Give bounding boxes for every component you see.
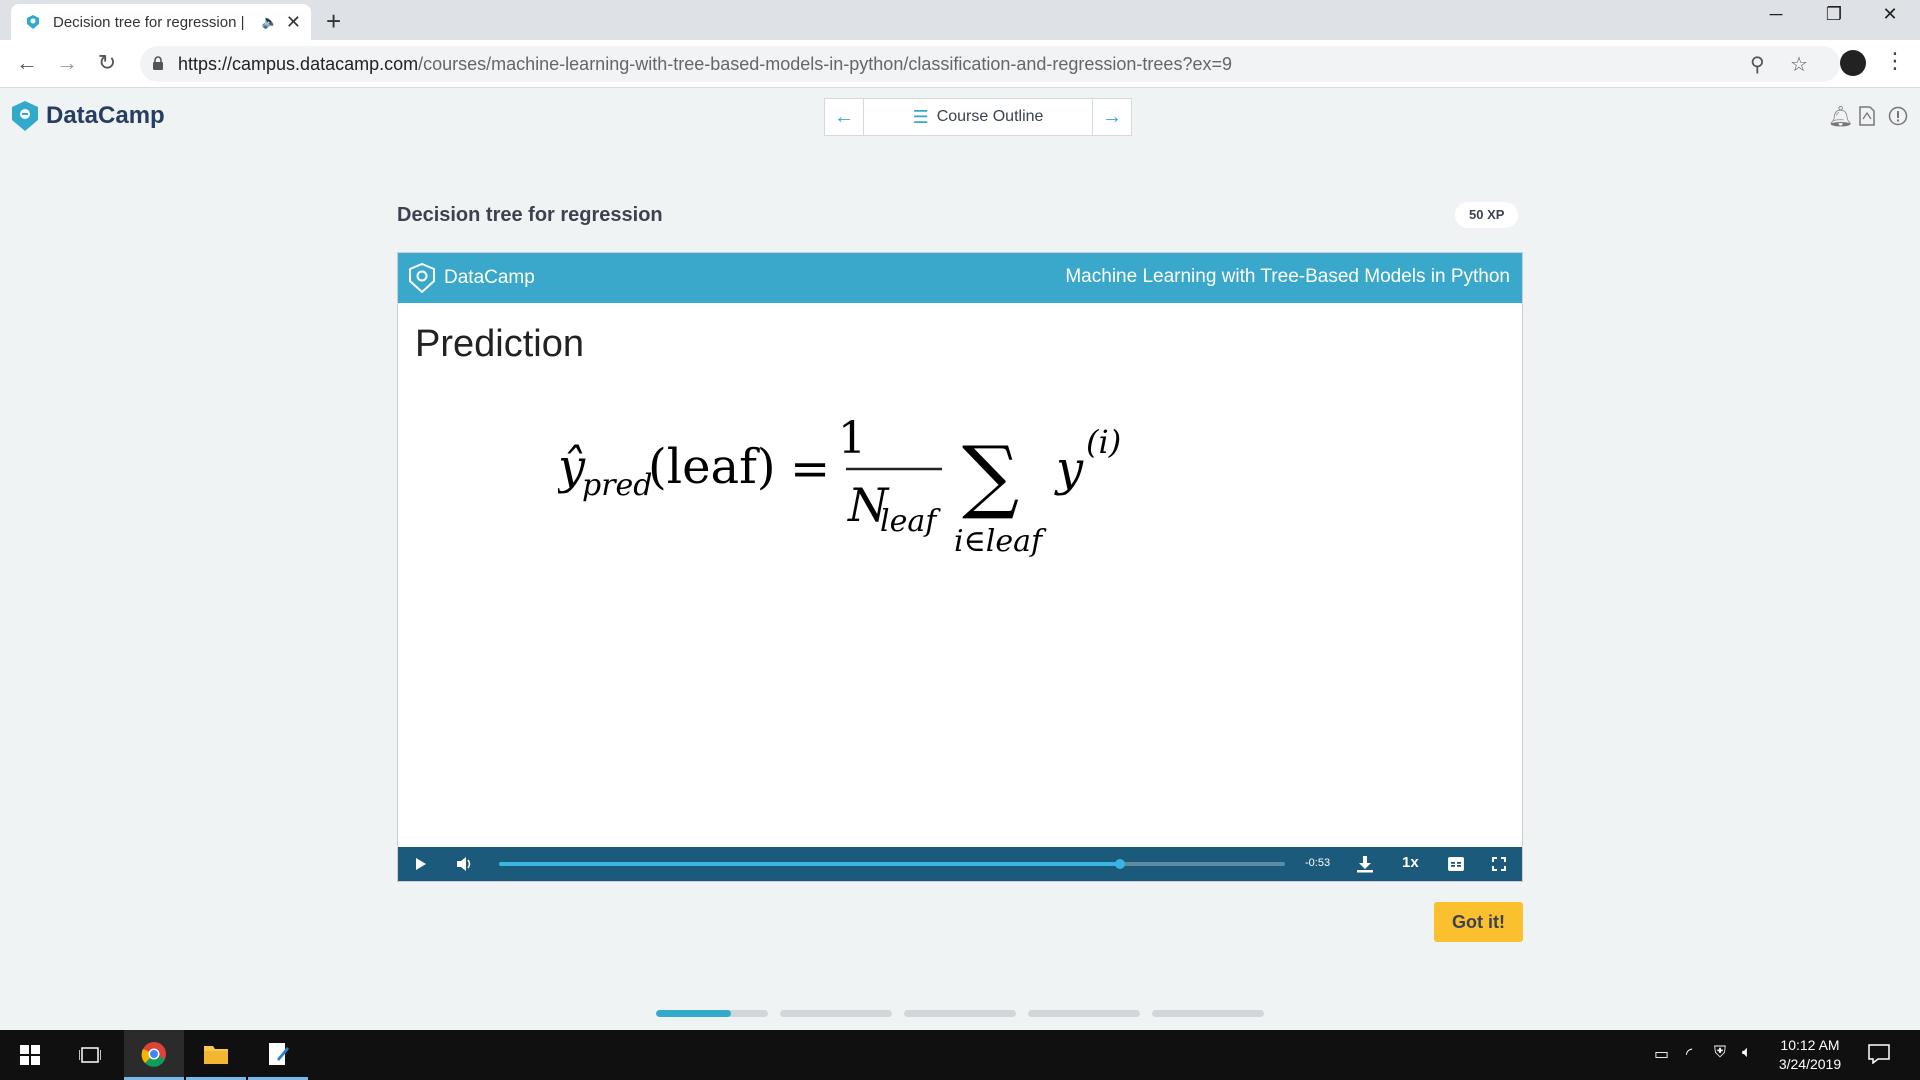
clock-time: 10:12 AM (1780, 1037, 1840, 1053)
report-issue-icon[interactable] (1888, 106, 1908, 126)
course-outline-nav: ← ☰ Course Outline → (824, 98, 1132, 136)
clock-date: 3/24/2019 (1778, 1056, 1842, 1072)
slide-logo-text: DataCamp (444, 267, 535, 288)
taskbar-clock[interactable]: 10:12 AM 3/24/2019 (1760, 1036, 1860, 1074)
exercise-title: Decision tree for regression (397, 204, 663, 226)
battery-icon[interactable]: ▭ (1654, 1044, 1669, 1064)
pdf-slides-icon[interactable] (1858, 106, 1876, 126)
play-icon[interactable] (414, 857, 428, 871)
slide-course-title: Machine Learning with Tree-Based Models … (1065, 266, 1510, 287)
progress-dot[interactable] (904, 1010, 1016, 1017)
formula-equals: = (790, 441, 830, 497)
slide-banner: DataCamp Machine Learning with Tree-Base… (398, 253, 1522, 303)
formula-lhs-arg: (leaf) (648, 439, 776, 495)
xp-badge: 50 XP (1455, 202, 1519, 228)
progress-dot[interactable] (780, 1010, 892, 1017)
browser-tab[interactable]: Decision tree for regression | 🔈 ✕ (11, 4, 311, 40)
browser-toolbar: ← → ↻ https://campus.datacamp.com/course… (0, 40, 1920, 88)
exercise-progress-dots (656, 1010, 1264, 1017)
minimize-icon[interactable]: ─ (1748, 4, 1804, 25)
datacamp-logo[interactable]: DataCamp (10, 100, 165, 132)
app-header: DataCamp ← ☰ Course Outline → 🔔︎ (0, 88, 1920, 146)
player-controls: -0:53 1x (398, 847, 1522, 881)
speaker-muted-icon[interactable]: 🔈 (262, 14, 278, 30)
progress-dot-fill (656, 1010, 732, 1017)
restore-icon[interactable]: ❐ (1806, 4, 1862, 25)
next-exercise-button[interactable]: → (1093, 99, 1131, 135)
slide-logo: DataCamp (408, 263, 535, 293)
action-center-icon[interactable] (1868, 1044, 1890, 1064)
video-progress-fill (499, 862, 1120, 866)
url-host: https://campus.datacamp.com (178, 54, 419, 74)
formula-term: y (1054, 441, 1084, 497)
download-icon[interactable] (1356, 855, 1374, 873)
tab-title: Decision tree for regression | (53, 13, 245, 31)
forward-arrow-icon[interactable]: → (52, 50, 82, 76)
formula-term-sup: (i) (1086, 423, 1121, 461)
file-explorer-icon[interactable] (186, 1030, 246, 1080)
url-text: https://campus.datacamp.com/courses/mach… (178, 54, 1232, 75)
windows-start-icon[interactable] (0, 1030, 60, 1080)
notepad-app-icon[interactable] (248, 1030, 308, 1080)
profile-avatar[interactable] (1840, 50, 1866, 76)
browser-menu-icon[interactable]: ⋮ (1884, 48, 1906, 74)
formula-numerator: 1 (838, 413, 866, 464)
formula-denominator-sub: leaf (880, 504, 941, 539)
formula-lhs-sub: pred (582, 468, 653, 503)
security-shield-icon[interactable]: ⛨ (1714, 1044, 1726, 1062)
playback-speed[interactable]: 1x (1402, 854, 1419, 871)
arrow-right-icon: → (1102, 105, 1122, 128)
volume-icon[interactable] (456, 856, 474, 872)
new-tab-button[interactable]: + (326, 6, 341, 37)
video-progress-bar[interactable] (499, 859, 1285, 869)
video-player[interactable]: DataCamp Machine Learning with Tree-Base… (397, 252, 1523, 882)
wifi-icon[interactable]: ◜ (1686, 1044, 1692, 1064)
formula-sum-sub: i∈leaf (954, 524, 1047, 559)
progress-dot[interactable] (1152, 1010, 1264, 1017)
progress-dot[interactable] (656, 1010, 768, 1017)
slide-heading: Prediction (415, 323, 584, 365)
volume-tray-icon[interactable]: 🔈︎ (1742, 1044, 1752, 1062)
zoom-icon[interactable]: ⚲ (1750, 52, 1765, 77)
fullscreen-icon[interactable] (1492, 857, 1506, 871)
bookmark-star-icon[interactable]: ☆ (1790, 52, 1808, 77)
got-it-button[interactable]: Got it! (1434, 902, 1523, 942)
back-arrow-icon[interactable]: ← (12, 50, 42, 76)
windows-taskbar: ▭ ◜ ⛨ 🔈︎ 10:12 AM 3/24/2019 (0, 1030, 1920, 1080)
task-view-icon[interactable] (60, 1030, 120, 1080)
course-outline-button[interactable]: ☰ Course Outline (863, 99, 1093, 135)
captions-icon[interactable] (1448, 857, 1464, 871)
datacamp-shield-icon (409, 263, 435, 293)
bell-icon[interactable]: 🔔︎ (1828, 104, 1853, 129)
time-remaining: -0:53 (1305, 857, 1331, 869)
previous-exercise-button[interactable]: ← (825, 99, 863, 135)
datacamp-favicon-icon (27, 15, 39, 29)
address-bar[interactable]: https://campus.datacamp.com/courses/mach… (140, 46, 1840, 82)
browser-tabstrip: Decision tree for regression | 🔈 ✕ + ─ ❐… (0, 0, 1920, 40)
video-progress-handle[interactable] (1114, 859, 1125, 869)
logo-text: DataCamp (46, 102, 165, 129)
progress-dot[interactable] (1028, 1010, 1140, 1017)
url-path: /courses/machine-learning-with-tree-base… (418, 54, 1232, 74)
close-window-icon[interactable]: ✕ (1862, 4, 1918, 25)
arrow-left-icon: ← (834, 105, 854, 128)
formula-sum: ∑ (962, 429, 1019, 522)
prediction-formula: ŷ pred (leaf) = 1 N leaf ∑ i∈leaf y (i) (558, 413, 1121, 559)
course-outline-label: Course Outline (936, 108, 1044, 125)
datacamp-logo-icon (12, 101, 38, 131)
menu-icon: ☰ (912, 106, 929, 127)
chrome-taskbar-icon[interactable] (124, 1030, 184, 1080)
reload-icon[interactable]: ↻ (92, 50, 122, 76)
close-tab-icon[interactable]: ✕ (286, 12, 301, 33)
lock-icon (153, 56, 163, 70)
